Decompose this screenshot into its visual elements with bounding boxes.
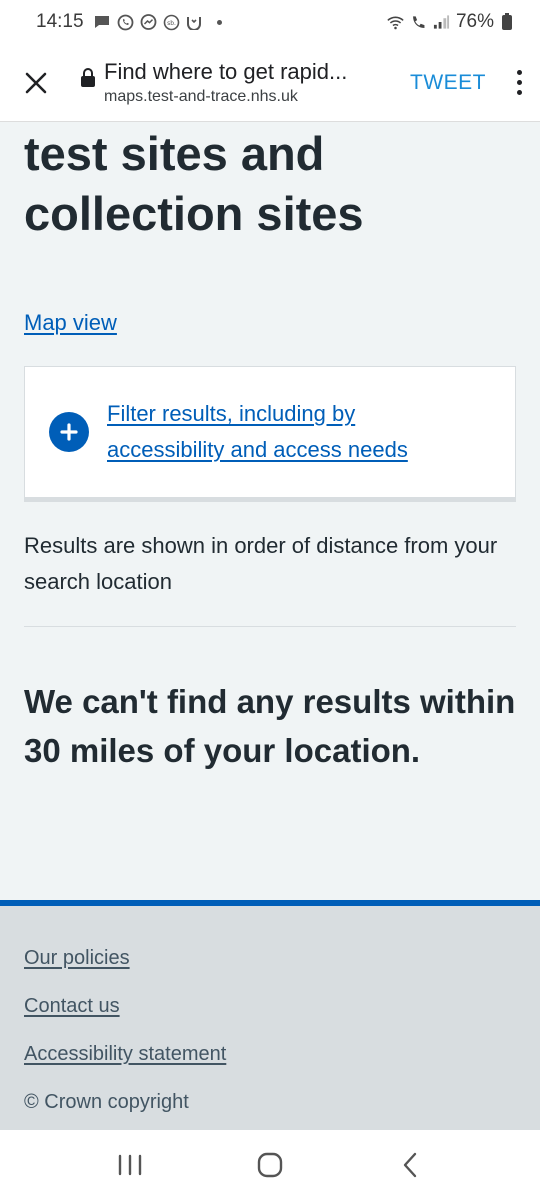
status-right: 76%: [387, 11, 512, 33]
filter-link-line1: Filter results, including by: [107, 401, 356, 426]
browser-toolbar: Find where to get rapid... maps.test-and…: [0, 44, 540, 122]
messenger-icon: [140, 13, 157, 31]
sb-icon: sb.: [163, 14, 180, 31]
back-button[interactable]: [380, 1135, 440, 1195]
results-order-note: Results are shown in order of distance f…: [24, 533, 498, 594]
back-icon: [403, 1152, 417, 1178]
call-icon: [410, 14, 427, 31]
no-results-message: We can't find any results within 30 mile…: [24, 683, 516, 769]
message-icon: [94, 14, 111, 31]
tweet-button[interactable]: TWEET: [398, 71, 498, 95]
plus-icon[interactable]: [49, 412, 89, 452]
more-options-button[interactable]: [498, 70, 540, 95]
home-icon: [257, 1152, 283, 1178]
filter-link-line2: accessibility and access needs: [107, 437, 408, 462]
filter-results-link[interactable]: Filter results, including by accessibili…: [107, 396, 408, 468]
wifi-icon: [387, 14, 404, 31]
system-navigation-bar: [0, 1130, 540, 1200]
footer-link-contact-us[interactable]: Contact us: [24, 992, 516, 1020]
page-title: Find where to get rapid...: [104, 58, 348, 84]
svg-text:sb.: sb.: [167, 20, 176, 27]
main-content: test sites and collection sites Map view…: [0, 122, 540, 900]
recent-apps-button[interactable]: [100, 1135, 160, 1195]
more-notifications-icon: [216, 19, 222, 25]
battery-level: 76%: [455, 11, 494, 32]
map-view-link[interactable]: Map view: [24, 310, 117, 336]
footer-link-our-policies[interactable]: Our policies: [24, 944, 516, 972]
page-heading-line2: collection sites: [24, 187, 364, 240]
footer-link-accessibility-statement[interactable]: Accessibility statement: [24, 1040, 516, 1068]
site-footer: Our policies Contact us Accessibility st…: [0, 900, 540, 1130]
page-heading-line1: test sites and: [24, 127, 325, 180]
recent-apps-icon: [118, 1154, 142, 1176]
battery-icon: [502, 12, 512, 30]
filter-panel[interactable]: Filter results, including by accessibili…: [24, 366, 516, 502]
more-vertical-icon: [516, 70, 522, 75]
lock-icon: [72, 58, 104, 88]
copyright-text: © Crown copyright: [24, 1091, 189, 1113]
divider: [24, 626, 516, 627]
page-url: maps.test-and-trace.nhs.uk: [104, 87, 298, 105]
signal-icon: [433, 14, 450, 31]
page-heading: test sites and collection sites: [24, 124, 516, 244]
status-time: 14:15: [36, 11, 84, 32]
status-bar: 14:15 sb. 76%: [0, 0, 540, 44]
status-left: 14:15 sb.: [36, 11, 222, 33]
close-icon: [25, 72, 47, 93]
close-button[interactable]: [0, 44, 72, 122]
url-block[interactable]: Find where to get rapid... maps.test-and…: [72, 58, 392, 108]
app-icon: [186, 14, 203, 31]
whatsapp-icon: [117, 14, 134, 31]
home-button[interactable]: [240, 1135, 300, 1195]
url-text: Find where to get rapid... maps.test-and…: [104, 58, 347, 108]
